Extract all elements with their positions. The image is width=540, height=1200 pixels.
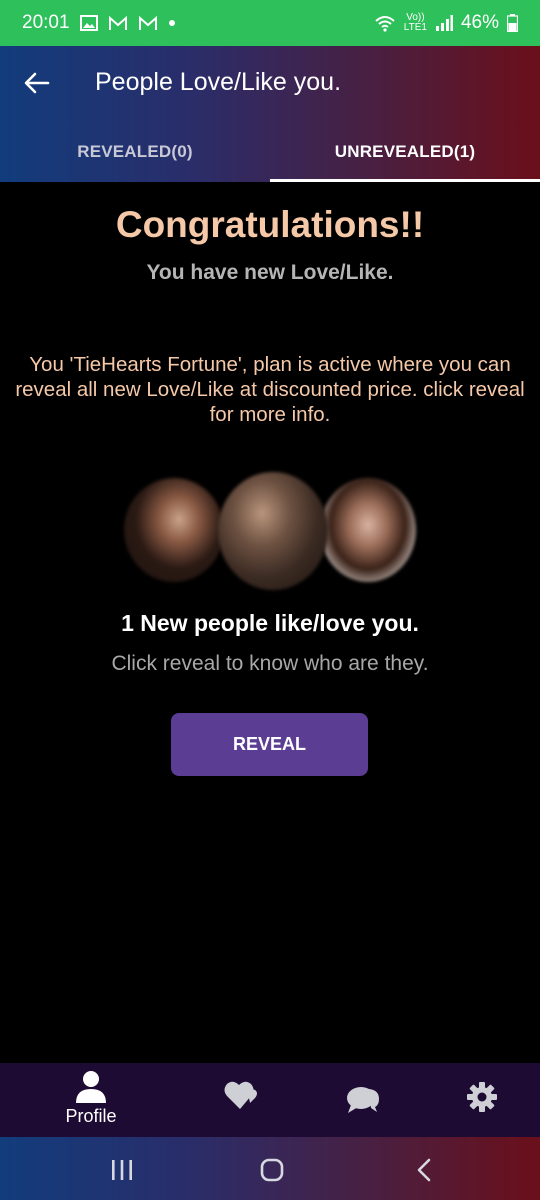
arrow-left-icon	[24, 72, 50, 94]
wifi-icon	[374, 14, 396, 32]
app-header: People Love/Like you. REVEALED(0) UNREVE…	[0, 46, 540, 182]
recent-apps-icon	[112, 1160, 132, 1180]
signal-icon	[435, 15, 453, 31]
chevron-left-icon	[417, 1158, 431, 1182]
chat-bubbles-icon	[347, 1087, 379, 1113]
main-content: Congratulations!! You have new Love/Like…	[0, 182, 540, 1062]
nav-settings[interactable]	[466, 1081, 498, 1113]
nav-chat[interactable]	[345, 1083, 381, 1115]
reveal-hint: Click reveal to know who are they.	[111, 652, 429, 675]
home-icon	[260, 1158, 284, 1182]
gmail-icon	[138, 15, 158, 31]
recent-apps-button[interactable]	[102, 1153, 142, 1187]
reveal-button[interactable]: REVEAL	[171, 713, 368, 776]
home-button[interactable]	[252, 1153, 292, 1187]
bottom-nav: Profile	[0, 1063, 540, 1137]
plan-info-text: You 'TieHearts Fortune', plan is active …	[15, 353, 525, 426]
new-like-subtitle: You have new Love/Like.	[146, 261, 394, 284]
back-button[interactable]	[20, 66, 54, 100]
congrats-heading: Congratulations!!	[115, 204, 425, 245]
notification-dot-icon	[168, 19, 176, 27]
system-back-button[interactable]	[404, 1153, 444, 1187]
avatar	[124, 478, 224, 582]
tab-revealed[interactable]: REVEALED(0)	[0, 122, 270, 182]
tab-unrevealed[interactable]: UNREVEALED(1)	[270, 122, 540, 182]
blurred-avatars	[124, 472, 418, 590]
status-time: 20:01	[22, 12, 70, 33]
battery-percent: 46%	[460, 12, 499, 33]
person-icon	[76, 1071, 106, 1103]
nav-profile[interactable]: Profile	[56, 1069, 126, 1127]
avatar	[218, 472, 328, 590]
lte-indicator: Vo)) LTE1	[403, 12, 427, 33]
battery-icon	[507, 14, 518, 32]
status-bar: 20:01 Vo)) LTE1 46%	[0, 0, 540, 46]
nav-profile-label: Profile	[65, 1106, 117, 1126]
app-bar: People Love/Like you.	[0, 46, 540, 122]
page-title: People Love/Like you.	[95, 68, 342, 96]
gmail-icon	[108, 15, 128, 31]
hearts-icon	[224, 1081, 257, 1109]
tab-bar: REVEALED(0) UNREVEALED(1)	[0, 122, 540, 182]
nav-likes[interactable]	[224, 1079, 260, 1111]
gear-icon	[467, 1082, 497, 1112]
new-people-count: 1 New people like/love you.	[121, 610, 419, 636]
avatar	[320, 478, 416, 582]
gallery-icon	[79, 15, 98, 31]
system-nav-bar	[0, 1137, 540, 1200]
